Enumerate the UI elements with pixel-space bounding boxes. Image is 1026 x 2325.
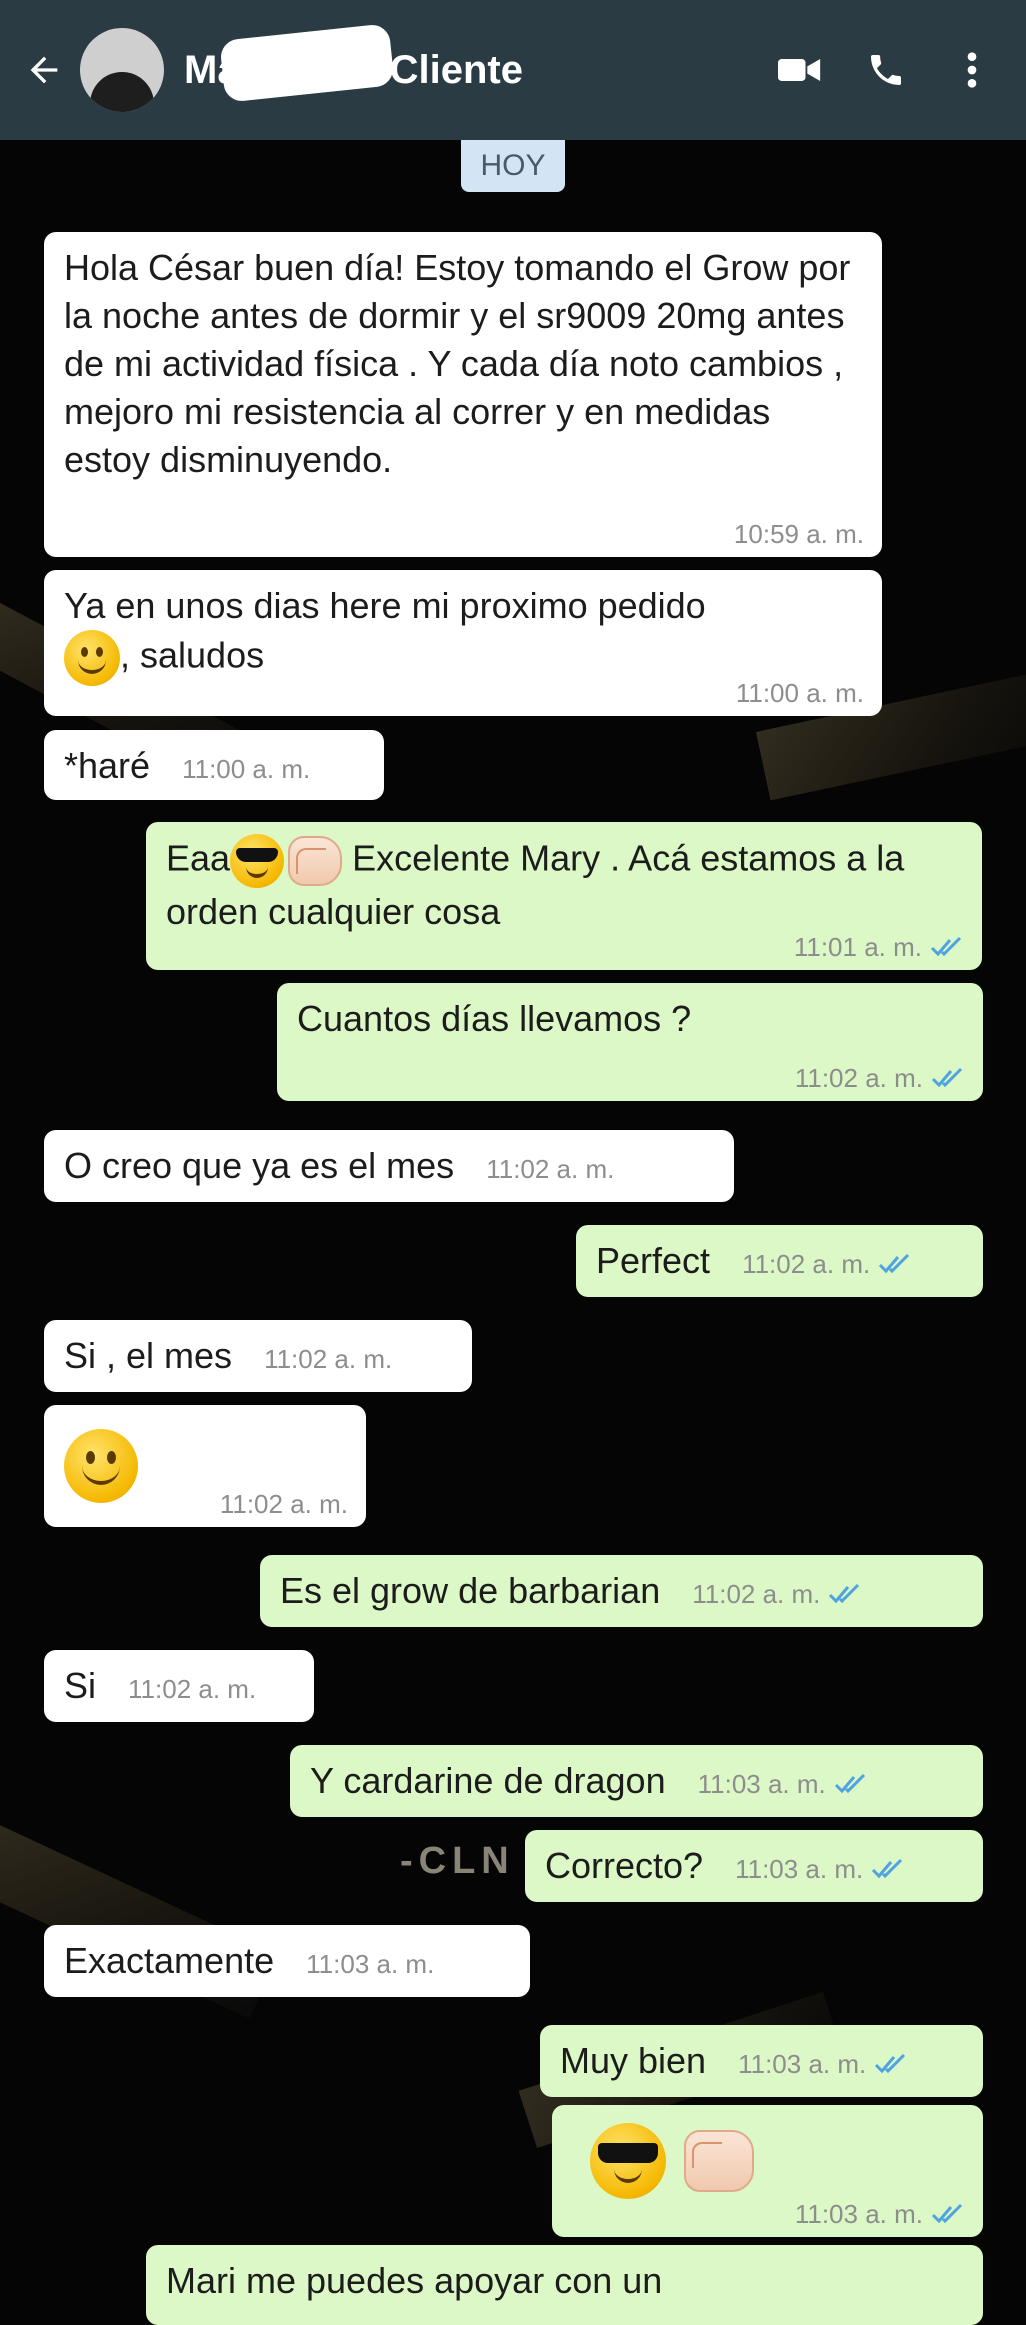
message-bubble-outgoing[interactable]: 11:03 a. m. [552, 2105, 983, 2237]
message-time: 11:03 a. m. [738, 2049, 867, 2079]
double-check-icon [872, 1858, 903, 1879]
wallpaper-text: -CLN [400, 1840, 515, 1882]
message-text: Perfect [596, 1240, 711, 1281]
more-vert-icon[interactable] [948, 46, 996, 94]
message-bubble-outgoing[interactable]: Correcto? 11:03 a. m. [525, 1830, 983, 1902]
double-check-icon [879, 1253, 910, 1274]
fist-bump-emoji [684, 2130, 755, 2192]
message-text: *haré [64, 745, 151, 786]
message-bubble-incoming[interactable]: O creo que ya es el mes 11:02 a. m. [44, 1130, 734, 1202]
message-bubble-incoming[interactable]: 11:02 a. m. [44, 1405, 366, 1527]
message-text: Si [64, 1665, 97, 1706]
double-check-icon [875, 2053, 906, 2074]
message-text: Cuantos días llevamos ? [297, 998, 692, 1039]
contact-name[interactable]: Ma Cliente [184, 22, 523, 103]
sunglasses-emoji [590, 2123, 666, 2199]
message-time: 11:01 a. m. [793, 932, 922, 962]
message-text: Si , el mes [64, 1335, 233, 1376]
avatar[interactable] [80, 28, 164, 112]
message-text: Es el grow de barbarian [280, 1570, 661, 1611]
message-bubble-incoming[interactable]: Exactamente 11:03 a. m. [44, 1925, 530, 1997]
message-time: 11:03 a. m. [735, 1854, 864, 1884]
message-bubble-incoming[interactable]: Si 11:02 a. m. [44, 1650, 314, 1722]
message-time: 11:03 a. m. [697, 1769, 826, 1799]
message-bubble-outgoing[interactable]: Es el grow de barbarian 11:02 a. m. [260, 1555, 983, 1627]
smiley-emoji [64, 630, 120, 686]
sunglasses-emoji [230, 834, 285, 888]
message-bubble-outgoing[interactable]: Muy bien 11:03 a. m. [540, 2025, 983, 2097]
message-time: 11:02 a. m. [264, 1344, 393, 1374]
date-chip: HOY [461, 140, 565, 192]
double-check-icon [829, 1583, 860, 1604]
message-time: 11:00 a. m. [182, 754, 311, 784]
message-time: 11:02 a. m. [219, 1489, 348, 1519]
message-bubble-incoming[interactable]: Si , el mes 11:02 a. m. [44, 1320, 472, 1392]
message-text: , saludos [120, 634, 265, 676]
message-time: 11:02 a. m. [128, 1674, 257, 1704]
message-text: Ya en unos dias here mi proximo pedido [64, 585, 706, 626]
message-bubble-outgoing[interactable]: Mari me puedes apoyar con un [146, 2245, 983, 2325]
redaction-mark [219, 22, 395, 103]
double-check-icon [834, 1773, 865, 1794]
message-time: 10:59 a. m. [733, 519, 864, 549]
message-time: 11:03 a. m. [794, 2199, 923, 2229]
message-text: Muy bien [560, 2040, 707, 2081]
message-text: Exactamente [64, 1940, 275, 1981]
back-arrow-icon[interactable] [14, 40, 74, 100]
message-bubble-incoming[interactable]: Ya en unos dias here mi proximo pedido ,… [44, 570, 882, 716]
message-time: 11:03 a. m. [306, 1949, 435, 1979]
message-text: Mari me puedes apoyar con un [166, 2260, 663, 2301]
message-bubble-outgoing[interactable]: Eaa Excelente Mary . Acá estamos a la or… [146, 822, 982, 970]
phone-icon[interactable] [862, 46, 910, 94]
message-text: Eaa [166, 837, 231, 879]
message-bubble-outgoing[interactable]: Y cardarine de dragon 11:03 a. m. [290, 1745, 983, 1817]
message-time: 11:00 a. m. [735, 678, 864, 708]
fist-bump-emoji [288, 836, 343, 886]
message-bubble-incoming[interactable]: Hola César buen día! Estoy tomando el Gr… [44, 232, 882, 557]
message-bubble-outgoing[interactable]: Perfect 11:02 a. m. [576, 1225, 983, 1297]
message-time: 11:02 a. m. [692, 1579, 821, 1609]
message-time: 11:02 a. m. [742, 1249, 871, 1279]
double-check-icon [930, 936, 962, 957]
smiley-emoji [64, 1429, 138, 1503]
message-bubble-incoming[interactable]: *haré 11:00 a. m. [44, 730, 384, 800]
double-check-icon [931, 2203, 963, 2224]
message-text: O creo que ya es el mes [64, 1145, 455, 1186]
message-text: Correcto? [545, 1845, 704, 1886]
chat-header: Ma Cliente [0, 0, 1026, 140]
video-call-icon[interactable] [776, 46, 824, 94]
message-time: 11:02 a. m. [486, 1154, 615, 1184]
message-text: Hola César buen día! Estoy tomando el Gr… [64, 247, 851, 480]
message-bubble-outgoing[interactable]: Cuantos días llevamos ? 11:02 a. m. [277, 983, 983, 1101]
message-time: 11:02 a. m. [794, 1063, 923, 1093]
double-check-icon [931, 1067, 963, 1088]
message-text: Y cardarine de dragon [310, 1760, 666, 1801]
